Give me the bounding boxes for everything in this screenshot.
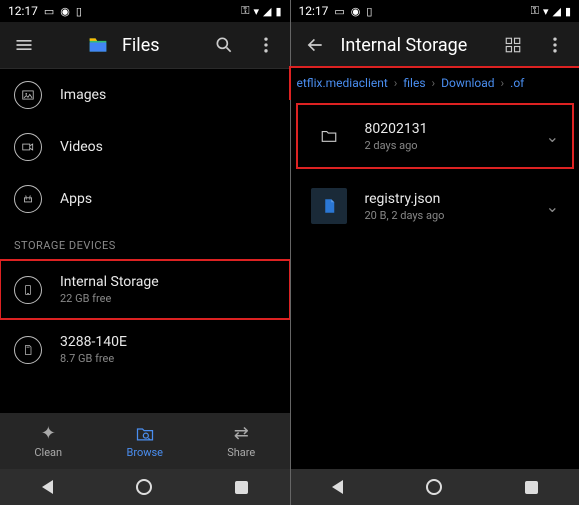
category-videos[interactable]: Videos bbox=[0, 121, 290, 173]
entry-title: 80202131 bbox=[365, 121, 528, 137]
storage-title: Internal Storage bbox=[60, 274, 276, 290]
status-time: 12:17 bbox=[299, 4, 329, 18]
phone-icon bbox=[14, 276, 42, 304]
entry-title: registry.json bbox=[365, 191, 528, 207]
entry-sub: 20 B, 2 days ago bbox=[365, 209, 528, 222]
nav-share[interactable]: ⇄ Share bbox=[193, 413, 290, 469]
file-icon bbox=[311, 188, 347, 224]
recents-icon[interactable] bbox=[525, 481, 538, 494]
screen-internal-storage: 12:17 ▭ ◉ ▯ ⚿ ▾ ◢ ▮ Internal Storage etf… bbox=[291, 0, 579, 505]
chevron-right-icon: › bbox=[432, 76, 436, 90]
category-label: Apps bbox=[60, 191, 92, 207]
home-icon[interactable] bbox=[426, 479, 442, 495]
status-bar: 12:17 ▭ ◉ ▯ ⚿ ▾ ◢ ▮ bbox=[291, 0, 579, 22]
notif-icon: ▯ bbox=[366, 5, 372, 18]
app-bar: Internal Storage bbox=[291, 22, 579, 68]
notif-icon: ◉ bbox=[351, 5, 361, 18]
crumb[interactable]: .of bbox=[510, 76, 524, 90]
image-icon bbox=[14, 81, 42, 109]
app-bar: Files bbox=[0, 22, 290, 68]
signal-icon: ◢ bbox=[552, 5, 560, 18]
chevron-right-icon: › bbox=[394, 76, 398, 90]
notif-icon: ▯ bbox=[76, 5, 82, 18]
status-bar: 12:17 ▭ ◉ ▯ ⚿ ▾ ◢ ▮ bbox=[0, 0, 290, 22]
overflow-icon[interactable] bbox=[539, 29, 571, 61]
sdcard-icon bbox=[14, 336, 42, 364]
vpn-icon: ⚿ bbox=[531, 4, 539, 18]
breadcrumb[interactable]: etflix.mediaclient › files › Download › … bbox=[291, 68, 579, 98]
recents-icon[interactable] bbox=[235, 481, 248, 494]
file-entry-file[interactable]: registry.json 20 B, 2 days ago ⌄ bbox=[297, 174, 574, 238]
battery-icon: ▮ bbox=[565, 5, 571, 18]
app-title: Files bbox=[122, 35, 160, 56]
vpn-icon: ⚿ bbox=[241, 4, 249, 18]
nav-label: Clean bbox=[34, 446, 62, 459]
android-icon bbox=[14, 185, 42, 213]
system-nav-bar bbox=[291, 469, 579, 505]
nav-clean[interactable]: ✦ Clean bbox=[0, 413, 97, 469]
nav-label: Browse bbox=[126, 446, 163, 459]
back-arrow-icon[interactable] bbox=[299, 29, 331, 61]
storage-sub: 8.7 GB free bbox=[60, 352, 276, 365]
menu-icon[interactable] bbox=[8, 29, 40, 61]
storage-sdcard[interactable]: 3288-140E 8.7 GB free bbox=[0, 320, 290, 379]
status-time: 12:17 bbox=[8, 4, 38, 18]
category-label: Images bbox=[60, 87, 106, 103]
video-icon bbox=[14, 133, 42, 161]
chevron-down-icon[interactable]: ⌄ bbox=[546, 127, 559, 146]
home-icon[interactable] bbox=[136, 479, 152, 495]
nav-browse[interactable]: Browse bbox=[97, 413, 194, 469]
notif-icon: ▭ bbox=[334, 5, 344, 18]
sparkle-icon: ✦ bbox=[41, 424, 56, 444]
crumb[interactable]: files bbox=[403, 76, 425, 90]
crumb[interactable]: Download bbox=[441, 76, 494, 90]
chevron-right-icon: › bbox=[501, 76, 505, 90]
search-icon[interactable] bbox=[208, 29, 240, 61]
battery-icon: ▮ bbox=[275, 5, 281, 18]
notif-icon: ◉ bbox=[60, 5, 70, 18]
entry-sub: 2 days ago bbox=[365, 139, 528, 152]
content-area: Images Videos Apps STORAGE DEVICES Inter… bbox=[0, 69, 290, 413]
signal-icon: ◢ bbox=[263, 5, 271, 18]
bottom-nav: ✦ Clean Browse ⇄ Share bbox=[0, 413, 290, 469]
folder-search-icon bbox=[134, 424, 156, 444]
files-logo-icon bbox=[88, 36, 108, 54]
app-title: Internal Storage bbox=[341, 35, 468, 56]
storage-title: 3288-140E bbox=[60, 334, 276, 350]
file-entry-folder[interactable]: 80202131 2 days ago ⌄ bbox=[297, 104, 574, 168]
share-icon: ⇄ bbox=[234, 424, 249, 444]
content-area: 80202131 2 days ago ⌄ registry.json 20 B… bbox=[291, 98, 579, 469]
wifi-icon: ▾ bbox=[253, 5, 259, 18]
system-nav-bar bbox=[0, 469, 290, 505]
folder-icon bbox=[311, 118, 347, 154]
category-label: Videos bbox=[60, 139, 103, 155]
notif-icon: ▭ bbox=[44, 5, 54, 18]
overflow-icon[interactable] bbox=[250, 29, 282, 61]
storage-sub: 22 GB free bbox=[60, 292, 276, 305]
chevron-down-icon[interactable]: ⌄ bbox=[546, 197, 559, 216]
category-apps[interactable]: Apps bbox=[0, 173, 290, 225]
screen-files-home: 12:17 ▭ ◉ ▯ ⚿ ▾ ◢ ▮ Files bbox=[0, 0, 290, 505]
back-icon[interactable] bbox=[42, 480, 53, 494]
crumb[interactable]: etflix.mediaclient bbox=[297, 76, 388, 90]
category-images[interactable]: Images bbox=[0, 69, 290, 121]
section-header: STORAGE DEVICES bbox=[0, 225, 290, 260]
back-icon[interactable] bbox=[332, 480, 343, 494]
storage-internal[interactable]: Internal Storage 22 GB free bbox=[0, 260, 290, 319]
grid-view-icon[interactable] bbox=[497, 29, 529, 61]
nav-label: Share bbox=[227, 446, 255, 459]
wifi-icon: ▾ bbox=[543, 5, 549, 18]
